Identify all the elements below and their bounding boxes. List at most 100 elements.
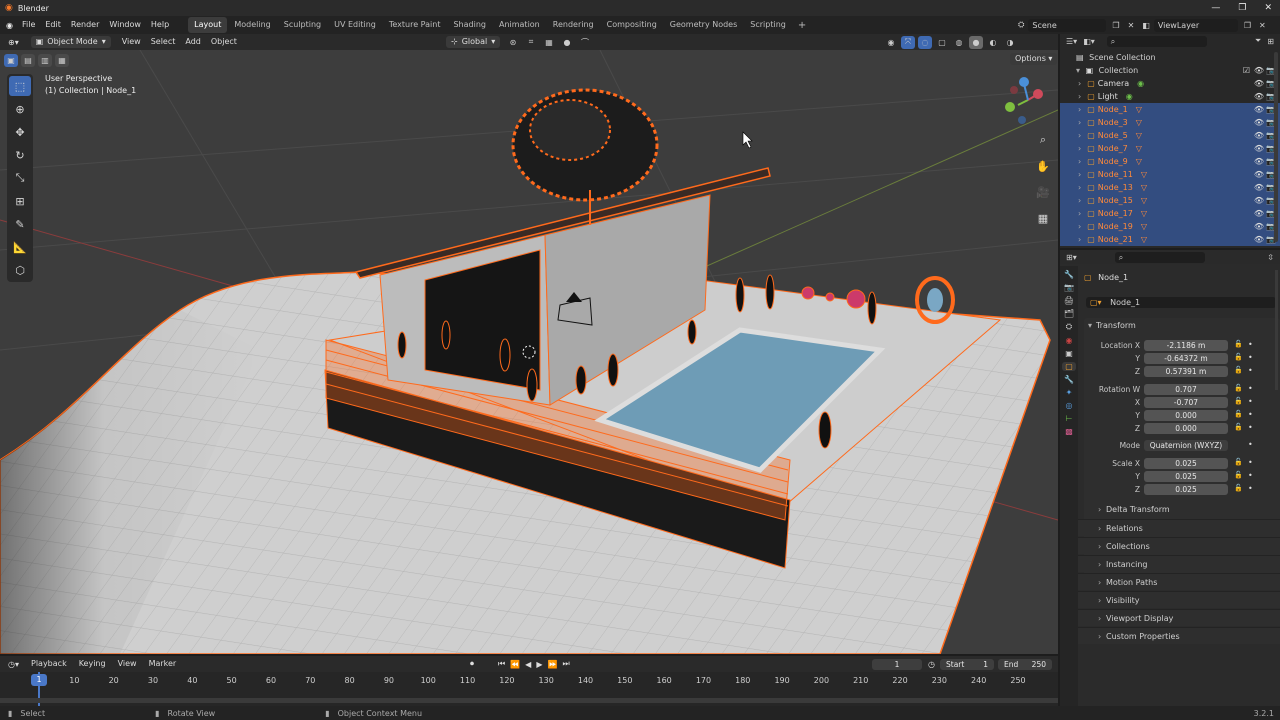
expand-icon[interactable]: ›: [1078, 157, 1081, 166]
expand-icon[interactable]: ›: [1078, 170, 1081, 179]
snap-icon[interactable]: ⌗: [524, 36, 538, 49]
data-mesh-icon[interactable]: ▽: [1141, 170, 1147, 179]
menu-file[interactable]: File: [17, 16, 40, 34]
lock-icon[interactable]: 🔓: [1234, 384, 1243, 392]
workspace-tab-shading[interactable]: Shading: [447, 17, 492, 33]
outliner-item[interactable]: › ▢ Light ◉ 👁 📷: [1060, 90, 1280, 103]
new-collection-icon[interactable]: ⊞: [1267, 37, 1274, 46]
value-field[interactable]: 0.025: [1144, 484, 1228, 495]
output-tab-icon[interactable]: 🖨: [1064, 296, 1074, 305]
scene-collection-row[interactable]: ▤ Scene Collection: [1060, 51, 1280, 64]
menu-help[interactable]: Help: [146, 16, 174, 34]
view-layer-tab-icon[interactable]: 🗂: [1064, 309, 1074, 318]
eye-icon[interactable]: 👁: [1254, 194, 1264, 207]
constraints-tab-icon[interactable]: ⊢: [1066, 414, 1073, 423]
outliner-search-input[interactable]: ⌕: [1106, 35, 1207, 47]
eye-icon[interactable]: 👁: [1254, 116, 1264, 129]
ortho-grid-icon[interactable]: ▦: [1032, 208, 1054, 228]
record-icon[interactable]: ⏺: [470, 659, 474, 669]
expand-icon[interactable]: ›: [1078, 144, 1081, 153]
visibility-icon[interactable]: ◉: [884, 36, 898, 49]
play-reverse-icon[interactable]: ◀: [525, 660, 531, 669]
particles-tab-icon[interactable]: ✦: [1066, 388, 1073, 397]
lock-icon[interactable]: 🔓: [1234, 458, 1243, 466]
outliner-item[interactable]: › ▢ Node_17 ▽ 👁 📷: [1060, 207, 1280, 220]
scene-tab-icon[interactable]: ⛭: [1066, 322, 1072, 332]
keyframe-dot-icon[interactable]: •: [1248, 384, 1253, 393]
editor-type-icon[interactable]: ⊕▾: [8, 38, 19, 47]
collection-tab-icon[interactable]: ▣: [1065, 349, 1073, 358]
lock-icon[interactable]: 🔓: [1234, 366, 1243, 374]
workspace-tab-scripting[interactable]: Scripting: [744, 17, 792, 33]
rotation-mode-dropdown[interactable]: Quaternion (WXYZ): [1144, 440, 1228, 451]
viewport-menu-object[interactable]: Object: [206, 33, 242, 51]
eye-icon[interactable]: 👁: [1254, 207, 1264, 220]
expand-icon[interactable]: ›: [1078, 183, 1081, 192]
workspace-tab-uv-editing[interactable]: UV Editing: [328, 17, 382, 33]
end-frame-field[interactable]: End 250: [998, 658, 1052, 670]
select-new-icon[interactable]: ▣: [4, 53, 18, 67]
data-mesh-icon[interactable]: ▽: [1141, 183, 1147, 192]
overlay-icon[interactable]: ◌: [918, 35, 932, 49]
physics-tab-icon[interactable]: ◎: [1066, 401, 1073, 410]
eye-icon[interactable]: 👁: [1254, 77, 1264, 90]
scene-browse-icon[interactable]: ❐: [1112, 21, 1119, 30]
pin-icon[interactable]: ⇳: [1267, 253, 1274, 262]
expand-icon[interactable]: ›: [1078, 196, 1081, 205]
eye-icon[interactable]: 👁: [1254, 103, 1264, 116]
viewport-menu-add[interactable]: Add: [180, 33, 206, 51]
eye-icon[interactable]: 👁: [1254, 64, 1264, 77]
timeline-editor-icon[interactable]: ◷▾: [8, 660, 19, 669]
eye-icon[interactable]: 👁: [1254, 168, 1264, 181]
data-mesh-icon[interactable]: ▽: [1141, 209, 1147, 218]
blender-menu-icon[interactable]: ◉: [6, 21, 13, 30]
outliner-item[interactable]: › ▢ Node_1 ▽ 👁 📷: [1060, 103, 1280, 116]
proportional-edit-icon[interactable]: ●: [560, 36, 574, 49]
frame-ruler[interactable]: 10 20 30 40 50 60 70 80 90 100 110 120 130 140 150 160 1…: [0, 672, 1058, 688]
outliner-item[interactable]: › ▢ Node_7 ▽ 👁 📷: [1060, 142, 1280, 155]
timeline-menu-marker[interactable]: Marker: [143, 655, 183, 673]
outliner-scrollbar[interactable]: [1274, 52, 1278, 242]
expand-icon[interactable]: ▾: [1076, 66, 1080, 75]
data-mesh-icon[interactable]: ▽: [1141, 196, 1147, 205]
shading-material-icon[interactable]: ◐: [986, 36, 1000, 49]
jump-keyframe-back-icon[interactable]: ⏪: [510, 660, 520, 669]
outliner-item[interactable]: › ▢ Node_15 ▽ 👁 📷: [1060, 194, 1280, 207]
current-frame-field[interactable]: 1: [872, 658, 922, 670]
workspace-tab-sculpting[interactable]: Sculpting: [278, 17, 327, 33]
measure-tool-icon[interactable]: 📐: [9, 237, 31, 257]
transform-panel-header[interactable]: ▾ Transform: [1084, 318, 1280, 334]
view-layer-icon[interactable]: ◧: [1142, 21, 1150, 30]
clock-icon[interactable]: ◷: [928, 660, 935, 669]
lock-icon[interactable]: 🔓: [1234, 397, 1243, 405]
keyframe-dot-icon[interactable]: •: [1248, 484, 1253, 493]
falloff-icon[interactable]: ⌒: [578, 36, 592, 49]
data-mesh-icon[interactable]: ▽: [1136, 105, 1142, 114]
expand-icon[interactable]: ›: [1078, 209, 1081, 218]
mode-dropdown[interactable]: ▣ Object Mode ▾: [30, 36, 111, 48]
playhead-frame[interactable]: 1: [31, 674, 47, 686]
data-mesh-icon[interactable]: ▽: [1141, 222, 1147, 231]
3d-viewport[interactable]: ▣ ▤ ▥ ▦ ⬚ ⊕ ✥ ↻ ⤡ ⊞ ✎ 📐 ⬡ User Perspecti…: [0, 50, 1058, 654]
delta-transform-panel[interactable]: › Delta Transform: [1084, 502, 1280, 518]
pivot-icon[interactable]: ⊛: [506, 36, 520, 49]
eye-icon[interactable]: 👁: [1254, 233, 1264, 246]
shading-wireframe-icon[interactable]: ◍: [952, 36, 966, 49]
pan-hand-icon[interactable]: ✋: [1032, 156, 1054, 176]
properties-scrollbar[interactable]: [1275, 270, 1278, 390]
data-mesh-icon[interactable]: ▽: [1136, 157, 1142, 166]
keyframe-dot-icon[interactable]: •: [1248, 366, 1253, 375]
eye-icon[interactable]: 👁: [1254, 142, 1264, 155]
tool-tab-icon[interactable]: 🔧: [1064, 270, 1074, 279]
panel-instancing[interactable]: Instancing: [1078, 555, 1280, 573]
view-layer-field[interactable]: ViewLayer: [1153, 18, 1238, 32]
timeline-menu-view[interactable]: View: [112, 655, 143, 673]
texture-tab-icon[interactable]: ▩: [1065, 427, 1073, 436]
checkbox-icon[interactable]: ☑: [1243, 64, 1250, 77]
lock-icon[interactable]: 🔓: [1234, 340, 1243, 348]
workspace-tab-animation[interactable]: Animation: [493, 17, 546, 33]
timeline-scrollbar[interactable]: [0, 698, 1058, 703]
add-workspace-icon[interactable]: +: [798, 20, 806, 31]
data-camera-object-icon[interactable]: ◉: [1137, 79, 1144, 88]
expand-icon[interactable]: ›: [1078, 105, 1081, 114]
